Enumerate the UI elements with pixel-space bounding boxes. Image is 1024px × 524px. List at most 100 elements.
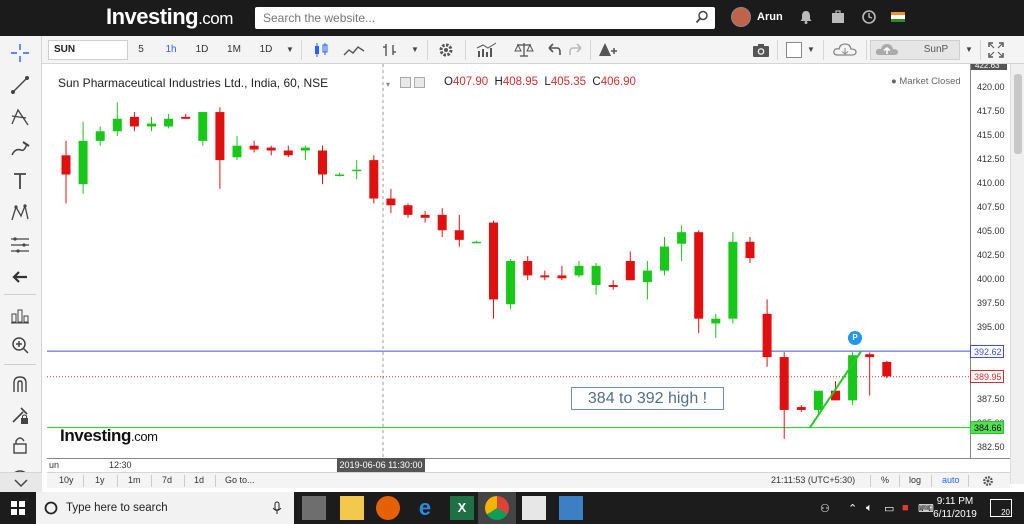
timeframe-5[interactable]: 5 xyxy=(134,39,148,61)
media-player-icon[interactable] xyxy=(522,496,546,520)
app-tray-icon[interactable]: ■ xyxy=(902,502,909,514)
candlestick-chart[interactable] xyxy=(47,64,970,458)
icons-tool-icon[interactable] xyxy=(9,304,31,326)
compare-icon[interactable] xyxy=(514,42,534,58)
zoom-icon[interactable] xyxy=(9,334,31,356)
legend-settings-icon[interactable] xyxy=(414,77,425,88)
marker-badge[interactable]: P xyxy=(848,331,862,345)
candles-icon[interactable] xyxy=(312,42,330,58)
firefox-icon[interactable] xyxy=(376,496,400,520)
price-axis[interactable]: 420.00 417.50 415.00 412.50 410.00 407.50 405.… xyxy=(970,64,1010,458)
candle-body xyxy=(283,150,293,156)
timeframe-1d[interactable]: 1D xyxy=(191,39,213,61)
price-line-tag[interactable]: 392.62 xyxy=(970,344,1004,358)
candle-body xyxy=(523,261,533,276)
candle-body xyxy=(335,174,345,177)
server-time[interactable]: 21:11:53 (UTC+5:30) xyxy=(771,475,855,485)
y-tick-label: 412.50 xyxy=(977,154,1005,165)
time-axis[interactable]: un 12:30 xyxy=(47,458,1010,472)
range-1y[interactable]: 1y xyxy=(95,475,105,485)
symbol-input[interactable]: SUN xyxy=(48,40,128,60)
legend-eye-icon[interactable] xyxy=(400,77,411,88)
percent-toggle[interactable]: % xyxy=(881,475,889,485)
india-flag-icon[interactable] xyxy=(891,12,905,22)
crosshair-icon[interactable] xyxy=(9,42,31,64)
brush-icon[interactable] xyxy=(9,138,31,160)
line-chart-icon[interactable] xyxy=(343,42,365,58)
timeframe-1h[interactable]: 1h xyxy=(160,39,182,61)
price-line-tag[interactable]: 384.66 xyxy=(970,421,1004,435)
timeframe-1m[interactable]: 1M xyxy=(223,39,245,61)
log-toggle[interactable]: log xyxy=(909,475,921,485)
avatar[interactable] xyxy=(731,7,751,27)
edge-icon[interactable]: e xyxy=(413,496,437,520)
alert-icon[interactable] xyxy=(597,42,617,58)
redo-icon[interactable] xyxy=(568,42,584,58)
price-line-tag[interactable]: 389.95 xyxy=(970,370,1004,384)
lock-icon[interactable] xyxy=(9,434,31,456)
fib-tool-icon[interactable] xyxy=(9,106,31,128)
search-input[interactable] xyxy=(255,7,675,29)
saved-layout-name[interactable]: SunP xyxy=(920,39,952,61)
fullscreen-icon[interactable] xyxy=(988,42,1004,58)
task-view-app-icon[interactable] xyxy=(302,496,326,520)
axis-settings-gear-icon[interactable] xyxy=(982,475,994,487)
vertical-scrollbar[interactable] xyxy=(1010,64,1024,484)
arrow-left-icon[interactable] xyxy=(9,266,31,288)
camera-icon[interactable] xyxy=(752,42,770,58)
microphone-icon[interactable] xyxy=(272,501,282,515)
range-1m[interactable]: 1m xyxy=(128,475,141,485)
candle-body xyxy=(882,361,892,377)
notification-center-icon[interactable]: 20 xyxy=(990,499,1012,517)
site-search[interactable] xyxy=(255,7,715,29)
investing-logo[interactable]: Investing.com xyxy=(106,4,233,30)
clock-icon[interactable] xyxy=(861,9,877,25)
bars-icon[interactable] xyxy=(381,42,399,58)
chart-area[interactable] xyxy=(47,64,970,458)
cloud-upload-icon[interactable] xyxy=(874,42,900,58)
gear-icon[interactable] xyxy=(438,42,454,58)
pattern-icon[interactable] xyxy=(9,202,31,224)
text-icon[interactable] xyxy=(9,170,31,192)
layout-dropdown[interactable]: ▼ xyxy=(804,40,818,60)
indicators-icon[interactable] xyxy=(476,42,498,58)
taskbar-search[interactable]: Type here to search xyxy=(36,492,294,524)
timeframe-dropdown[interactable]: ▼ xyxy=(283,40,297,60)
candle-body xyxy=(437,214,447,231)
volume-icon[interactable]: 🔈︎ xyxy=(866,502,873,515)
search-icon[interactable] xyxy=(695,10,709,24)
range-1d[interactable]: 1d xyxy=(194,475,204,485)
chevron-up-icon[interactable]: ⌃ xyxy=(848,502,857,515)
briefcase-icon[interactable] xyxy=(830,9,846,25)
range-10y[interactable]: 10y xyxy=(59,475,74,485)
chart-annotation[interactable]: 384 to 392 high ! xyxy=(571,387,724,410)
chart-type-dropdown[interactable]: ▼ xyxy=(408,40,422,60)
network-icon[interactable]: ▭ xyxy=(884,502,894,515)
paint-icon[interactable] xyxy=(559,496,583,520)
candle-body xyxy=(403,205,413,215)
bell-icon[interactable] xyxy=(798,9,814,25)
cloud-download-icon[interactable] xyxy=(832,42,858,58)
range-7d[interactable]: 7d xyxy=(162,475,172,485)
excel-icon[interactable]: X xyxy=(450,496,474,520)
lock-drawing-icon[interactable] xyxy=(9,404,31,426)
people-icon[interactable]: ⚇ xyxy=(820,502,830,515)
legend-dropdown-icon[interactable]: ▾ xyxy=(386,80,390,89)
windows-start-icon[interactable] xyxy=(0,492,36,524)
goto-date-button[interactable]: Go to... xyxy=(225,475,255,485)
collapse-toolbar-button[interactable] xyxy=(0,472,42,492)
timeframe-custom[interactable]: 1D xyxy=(255,39,277,61)
layout-square-icon[interactable] xyxy=(786,42,802,58)
file-explorer-icon[interactable] xyxy=(340,496,364,520)
measure-icon[interactable] xyxy=(9,234,31,256)
undo-icon[interactable] xyxy=(546,42,562,58)
chrome-icon[interactable] xyxy=(485,496,509,520)
saved-layout-dropdown[interactable]: ▼ xyxy=(962,40,976,60)
y-tick-label: 407.50 xyxy=(977,202,1005,213)
magnet-icon[interactable] xyxy=(9,374,31,396)
auto-toggle[interactable]: auto xyxy=(942,475,960,485)
trend-line-icon[interactable] xyxy=(9,74,31,96)
candle-body xyxy=(198,112,208,141)
user-name[interactable]: Arun xyxy=(757,11,783,23)
system-clock[interactable]: 9:11 PM 6/11/2019 xyxy=(930,495,980,521)
